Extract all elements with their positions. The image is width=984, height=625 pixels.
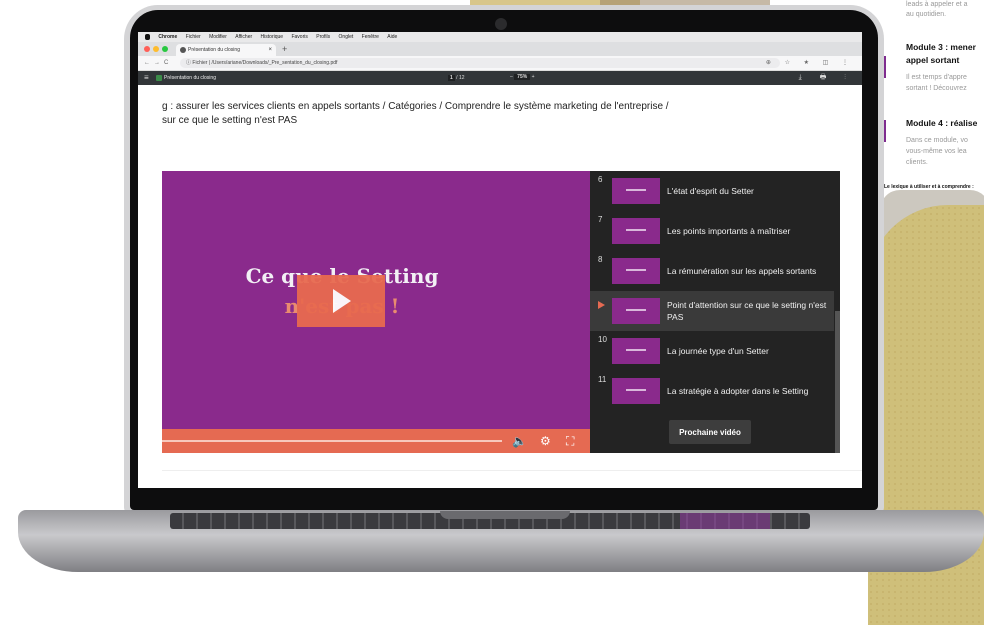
module-description: Il est temps d'appre: [906, 74, 967, 81]
pdf-file-icon: [156, 75, 162, 81]
menu-item[interactable]: Historique: [261, 34, 284, 40]
forward-icon[interactable]: →: [154, 56, 160, 70]
url-field[interactable]: ⓘ Fichier | /Users/ariane/Downloads/_Pre…: [180, 58, 780, 68]
laptop-screen: Chrome Fichier Modifier Afficher Histori…: [138, 32, 862, 488]
breadcrumb: g : assurer les services clients en appe…: [162, 101, 669, 112]
playlist-item-number: 8: [598, 255, 603, 264]
playlist-item[interactable]: 11 La stratégie à adopter dans le Settin…: [590, 371, 834, 411]
lexicon-heading: Le lexique à utiliser et à comprendre :: [884, 184, 974, 190]
module-description: sortant ! Découvrez: [906, 85, 967, 92]
close-window-icon[interactable]: [144, 46, 150, 52]
video-player[interactable]: Ce que le Setting n'est pas ! 🔈 ⚙ ⛶: [162, 171, 590, 453]
toolbar-extension-icons[interactable]: ⊕ ☆ ★ ◫ ⋮: [766, 56, 854, 70]
playlist-item[interactable]: 10 La journée type d'un Setter: [590, 331, 834, 371]
pdf-page-current[interactable]: 1: [448, 75, 455, 81]
playlist-item[interactable]: 8 La rémunération sur les appels sortant…: [590, 251, 834, 291]
course-modules-page: leads à appeler et a au quotidien. Modul…: [876, 0, 984, 190]
pdf-action-icons[interactable]: ⤓ 🖶 ⋮: [799, 71, 854, 85]
playlist-thumbnail: [612, 218, 660, 244]
module-description: au quotidien.: [906, 11, 947, 18]
playlist-item[interactable]: 6 L'état d'esprit du Setter: [590, 171, 834, 211]
zoom-in-icon[interactable]: +: [532, 74, 535, 80]
menu-item[interactable]: Afficher: [235, 34, 252, 40]
mac-menu-bar: Chrome Fichier Modifier Afficher Histori…: [138, 32, 862, 42]
apple-icon[interactable]: [145, 33, 150, 40]
zoom-level[interactable]: 75%: [514, 74, 531, 80]
menu-item[interactable]: Modifier: [209, 34, 227, 40]
module-3-title[interactable]: Module 3 : mener: [906, 42, 976, 53]
module-4-title[interactable]: Module 4 : réalise: [906, 118, 977, 129]
menu-item[interactable]: Fichier: [186, 34, 201, 40]
playlist-item[interactable]: 7 Les points importants à maîtriser: [590, 211, 834, 251]
menu-item[interactable]: Chrome: [158, 34, 177, 40]
pdf-title: Présentation du closing: [164, 75, 216, 81]
divider: [162, 470, 862, 471]
menu-item[interactable]: Fenêtre: [362, 34, 379, 40]
playlist-item-label: La journée type d'un Setter: [667, 346, 769, 356]
pdf-page-total: / 12: [456, 75, 465, 81]
close-tab-icon[interactable]: ×: [268, 44, 272, 56]
address-bar-row: ← → C ⓘ Fichier | /Users/ariane/Download…: [138, 56, 862, 71]
reload-icon[interactable]: C: [164, 56, 168, 70]
laptop-hinge: [440, 511, 570, 519]
minimize-window-icon[interactable]: [153, 46, 159, 52]
settings-icon[interactable]: ⚙: [540, 431, 551, 451]
tab-title: Présentation du closing: [188, 47, 240, 53]
playlist-item-number: 11: [598, 375, 607, 384]
browser-tab-bar: Présentation du closing × +: [138, 42, 862, 56]
playlist-thumbnail: [612, 178, 660, 204]
module-3-title[interactable]: appel sortant: [906, 55, 959, 66]
playlist-scrollbar[interactable]: [835, 311, 840, 453]
module-description: clients.: [906, 159, 928, 166]
pdf-page-content: g : assurer les services clients en appe…: [162, 85, 862, 488]
playlist-thumbnail: [612, 378, 660, 404]
zoom-out-icon[interactable]: –: [510, 74, 513, 80]
playlist-item-label: Point d'attention sur ce que le setting …: [667, 300, 827, 322]
site-info-icon[interactable]: ⓘ: [186, 60, 191, 66]
playlist-item-number: 7: [598, 215, 603, 224]
module-description: leads à appeler et a: [906, 1, 968, 8]
playlist-item-label: L'état d'esprit du Setter: [667, 186, 754, 196]
video-control-bar: 🔈 ⚙ ⛶: [162, 429, 590, 453]
playlist-item-label: Les points importants à maîtriser: [667, 226, 791, 236]
new-tab-button[interactable]: +: [282, 42, 287, 56]
keyboard-reflection: [680, 513, 770, 529]
playlist-thumbnail: [612, 258, 660, 284]
playlist-item-number: 6: [598, 175, 603, 184]
pdf-page-indicator[interactable]: 1 / 12: [448, 74, 465, 82]
playlist-item-label: La stratégie à adopter dans le Setting: [667, 386, 809, 396]
maximize-window-icon[interactable]: [162, 46, 168, 52]
playlist-thumbnail: [612, 298, 660, 324]
playlist-item-active[interactable]: Point d'attention sur ce que le setting …: [590, 291, 834, 331]
menu-item[interactable]: Onglet: [339, 34, 354, 40]
pdf-menu-icon[interactable]: ≡: [144, 71, 149, 85]
playlist-item-number: 10: [598, 335, 607, 344]
playlist-thumbnail: [612, 338, 660, 364]
tab-favicon-icon: [180, 47, 186, 53]
menu-item[interactable]: Aide: [387, 34, 397, 40]
fullscreen-icon[interactable]: ⛶: [566, 431, 574, 451]
camera-icon: [495, 18, 507, 30]
page-title: sur ce que le setting n'est PAS: [162, 115, 298, 126]
menu-item[interactable]: Profils: [316, 34, 330, 40]
pdf-zoom-control[interactable]: – 75% +: [510, 74, 535, 80]
url-text: Fichier | /Users/ariane/Downloads/_Pre_s…: [192, 60, 338, 66]
module-description: vous-même vos lea: [906, 148, 967, 155]
progress-bar[interactable]: [162, 440, 502, 442]
play-button[interactable]: [297, 275, 385, 327]
menu-item[interactable]: Favoris: [291, 34, 307, 40]
video-playlist: 6 L'état d'esprit du Setter 7 Les points…: [590, 171, 840, 453]
browser-tab[interactable]: Présentation du closing ×: [176, 44, 276, 56]
playlist-item-label: La rémunération sur les appels sortants: [667, 266, 817, 276]
pdf-toolbar: ≡ Présentation du closing 1 / 12 – 75% +…: [138, 71, 862, 85]
now-playing-icon: [598, 301, 605, 309]
next-video-button[interactable]: Prochaine vidéo: [669, 420, 751, 444]
volume-icon[interactable]: 🔈: [512, 431, 527, 451]
module-description: Dans ce module, vo: [906, 137, 968, 144]
back-icon[interactable]: ←: [144, 56, 150, 70]
